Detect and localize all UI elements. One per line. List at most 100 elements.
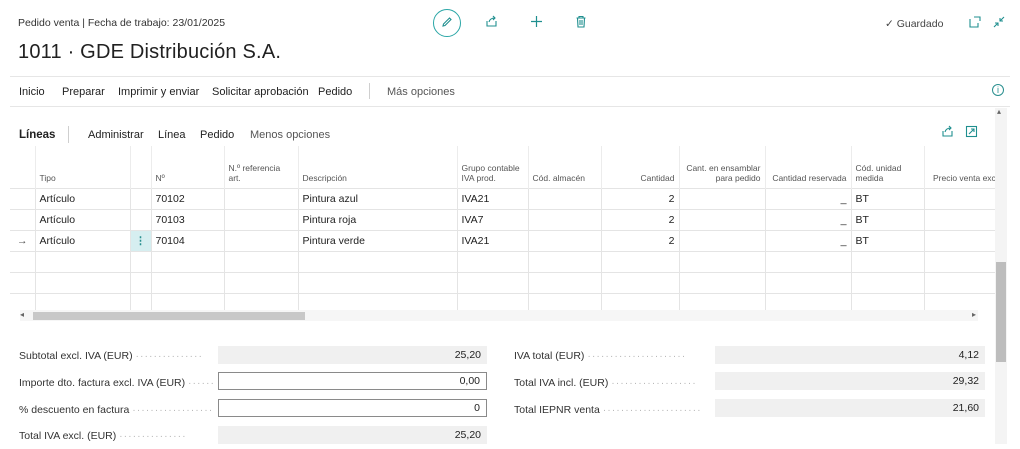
breadcrumb: Pedido venta | Fecha de trabajo: 23/01/2… [18,17,226,29]
cell-cantidad[interactable]: 2 [601,209,680,231]
row-selector[interactable] [10,209,36,231]
arrow-right-icon: → [17,235,28,247]
col-cantidad[interactable]: Cantidad [601,146,680,189]
cell-no[interactable]: 70102 [151,188,225,210]
total-excl-vat-value: 25,20 [218,426,487,444]
cell-tipo[interactable]: Artículo [35,188,131,210]
lines-action-linea[interactable]: Línea [158,129,186,141]
cell-reservada[interactable]: _ [765,188,852,210]
col-grupo-iva[interactable]: Grupo contable IVA prod. [457,146,529,189]
collapse-icon [993,16,1005,31]
subtotal-label: Subtotal excl. IVA (EUR) ··············· [19,350,203,362]
action-mas-opciones[interactable]: Más opciones [387,86,455,98]
cell-unidad[interactable]: BT [851,188,925,210]
cell-tipo[interactable]: Artículo [35,209,131,231]
collapse-button[interactable] [990,14,1008,32]
cell-reservada[interactable]: _ [765,230,852,252]
row-menu-button[interactable]: ⋮ [130,230,152,252]
col-selector [10,146,36,189]
col-descripcion[interactable]: Descripción [298,146,458,189]
iepnr-total-value: 21,60 [715,399,985,417]
table-row-empty[interactable] [10,272,995,294]
cell-precio[interactable]: 4, [924,209,995,231]
table-row-empty[interactable] [10,251,995,273]
cell-ensamblar [679,230,766,252]
divider [10,76,1010,77]
scroll-left-icon[interactable]: ◂ [20,310,24,319]
action-preparar[interactable]: Preparar [62,86,105,98]
cell-almacen[interactable] [528,209,602,231]
plus-icon [530,15,543,31]
invoice-discount-pct-label: % descuento en factura ·················… [19,404,214,416]
total-incl-vat-value: 29,32 [715,372,985,390]
scroll-up-icon[interactable]: ▴ [997,107,1001,116]
open-new-window-button[interactable] [966,14,984,32]
cell-almacen[interactable] [528,188,602,210]
table-row-selected[interactable]: → Artículo ⋮ 70104 Pintura verde IVA21 2… [10,230,995,252]
open-window-icon [969,15,981,31]
separator [68,126,69,143]
cell-descripcion[interactable]: Pintura roja [298,209,458,231]
cell-grupo-iva[interactable]: IVA21 [457,230,529,252]
lines-action-administrar[interactable]: Administrar [88,129,144,141]
separator [369,83,370,99]
action-imprimir-enviar[interactable]: Imprimir y enviar [118,86,199,98]
horizontal-scroll-thumb[interactable] [33,312,305,320]
cell-ensamblar [679,209,766,231]
invoice-discount-amount-input[interactable]: 0,00 [218,372,487,390]
col-ensamblar[interactable]: Cant. en ensamblar para pedido [679,146,766,189]
cell-no[interactable]: 70103 [151,209,225,231]
pencil-icon [441,16,453,31]
col-ref[interactable]: N.º referencia art. [224,146,299,189]
cell-ref[interactable] [224,209,299,231]
edit-button[interactable] [433,9,461,37]
cell-reservada[interactable]: _ [765,209,852,231]
expand-icon [965,125,978,141]
cell-menu [130,209,152,231]
scroll-right-icon[interactable]: ▸ [972,310,976,319]
col-tipo[interactable]: Tipo [35,146,131,189]
lines-title[interactable]: Líneas [19,129,55,141]
lines-action-pedido[interactable]: Pedido [200,129,234,141]
cell-descripcion[interactable]: Pintura verde [298,230,458,252]
cell-descripcion[interactable]: Pintura azul [298,188,458,210]
cell-grupo-iva[interactable]: IVA21 [457,188,529,210]
cell-almacen[interactable] [528,230,602,252]
action-inicio[interactable]: Inicio [19,86,45,98]
cell-grupo-iva[interactable]: IVA7 [457,209,529,231]
lines-expand-button[interactable] [962,124,980,142]
row-selector[interactable] [10,188,36,210]
col-precio[interactable]: Precio venta excl. IVA [924,146,995,189]
action-solicitar-aprobacion[interactable]: Solicitar aprobación [212,86,309,98]
delete-button[interactable] [572,14,590,32]
col-no[interactable]: Nº [151,146,225,189]
cell-ref[interactable] [224,230,299,252]
cell-precio[interactable]: 4, [924,188,995,210]
table-row[interactable]: Artículo 70102 Pintura azul IVA21 2 _ BT… [10,188,995,210]
col-unidad[interactable]: Cód. unidad medida [851,146,925,189]
lines-share-button[interactable] [938,124,956,142]
info-icon[interactable]: i [992,84,1004,96]
table-row[interactable]: Artículo 70103 Pintura roja IVA7 2 _ BT … [10,209,995,231]
cell-unidad[interactable]: BT [851,230,925,252]
cell-unidad[interactable]: BT [851,209,925,231]
cell-tipo[interactable]: Artículo [35,230,131,252]
col-reservada[interactable]: Cantidad reservada [765,146,852,189]
cell-cantidad[interactable]: 2 [601,188,680,210]
cell-cantidad[interactable]: 2 [601,230,680,252]
vertical-scroll-thumb[interactable] [996,262,1006,362]
cell-ref[interactable] [224,188,299,210]
action-pedido[interactable]: Pedido [318,86,352,98]
total-excl-vat-label: Total IVA excl. (EUR) ··············· [19,430,187,442]
row-selector[interactable]: → [10,230,36,252]
share-button[interactable] [482,14,500,32]
trash-icon [575,15,587,31]
lines-grid: Tipo Nº N.º referencia art. Descripción … [10,146,995,324]
lines-action-menos-opciones[interactable]: Menos opciones [250,129,330,141]
cell-menu [130,188,152,210]
col-almacen[interactable]: Cód. almacén [528,146,602,189]
cell-no[interactable]: 70104 [151,230,225,252]
new-button[interactable] [527,14,545,32]
cell-precio[interactable]: 4, [924,230,995,252]
invoice-discount-pct-input[interactable]: 0 [218,399,487,417]
